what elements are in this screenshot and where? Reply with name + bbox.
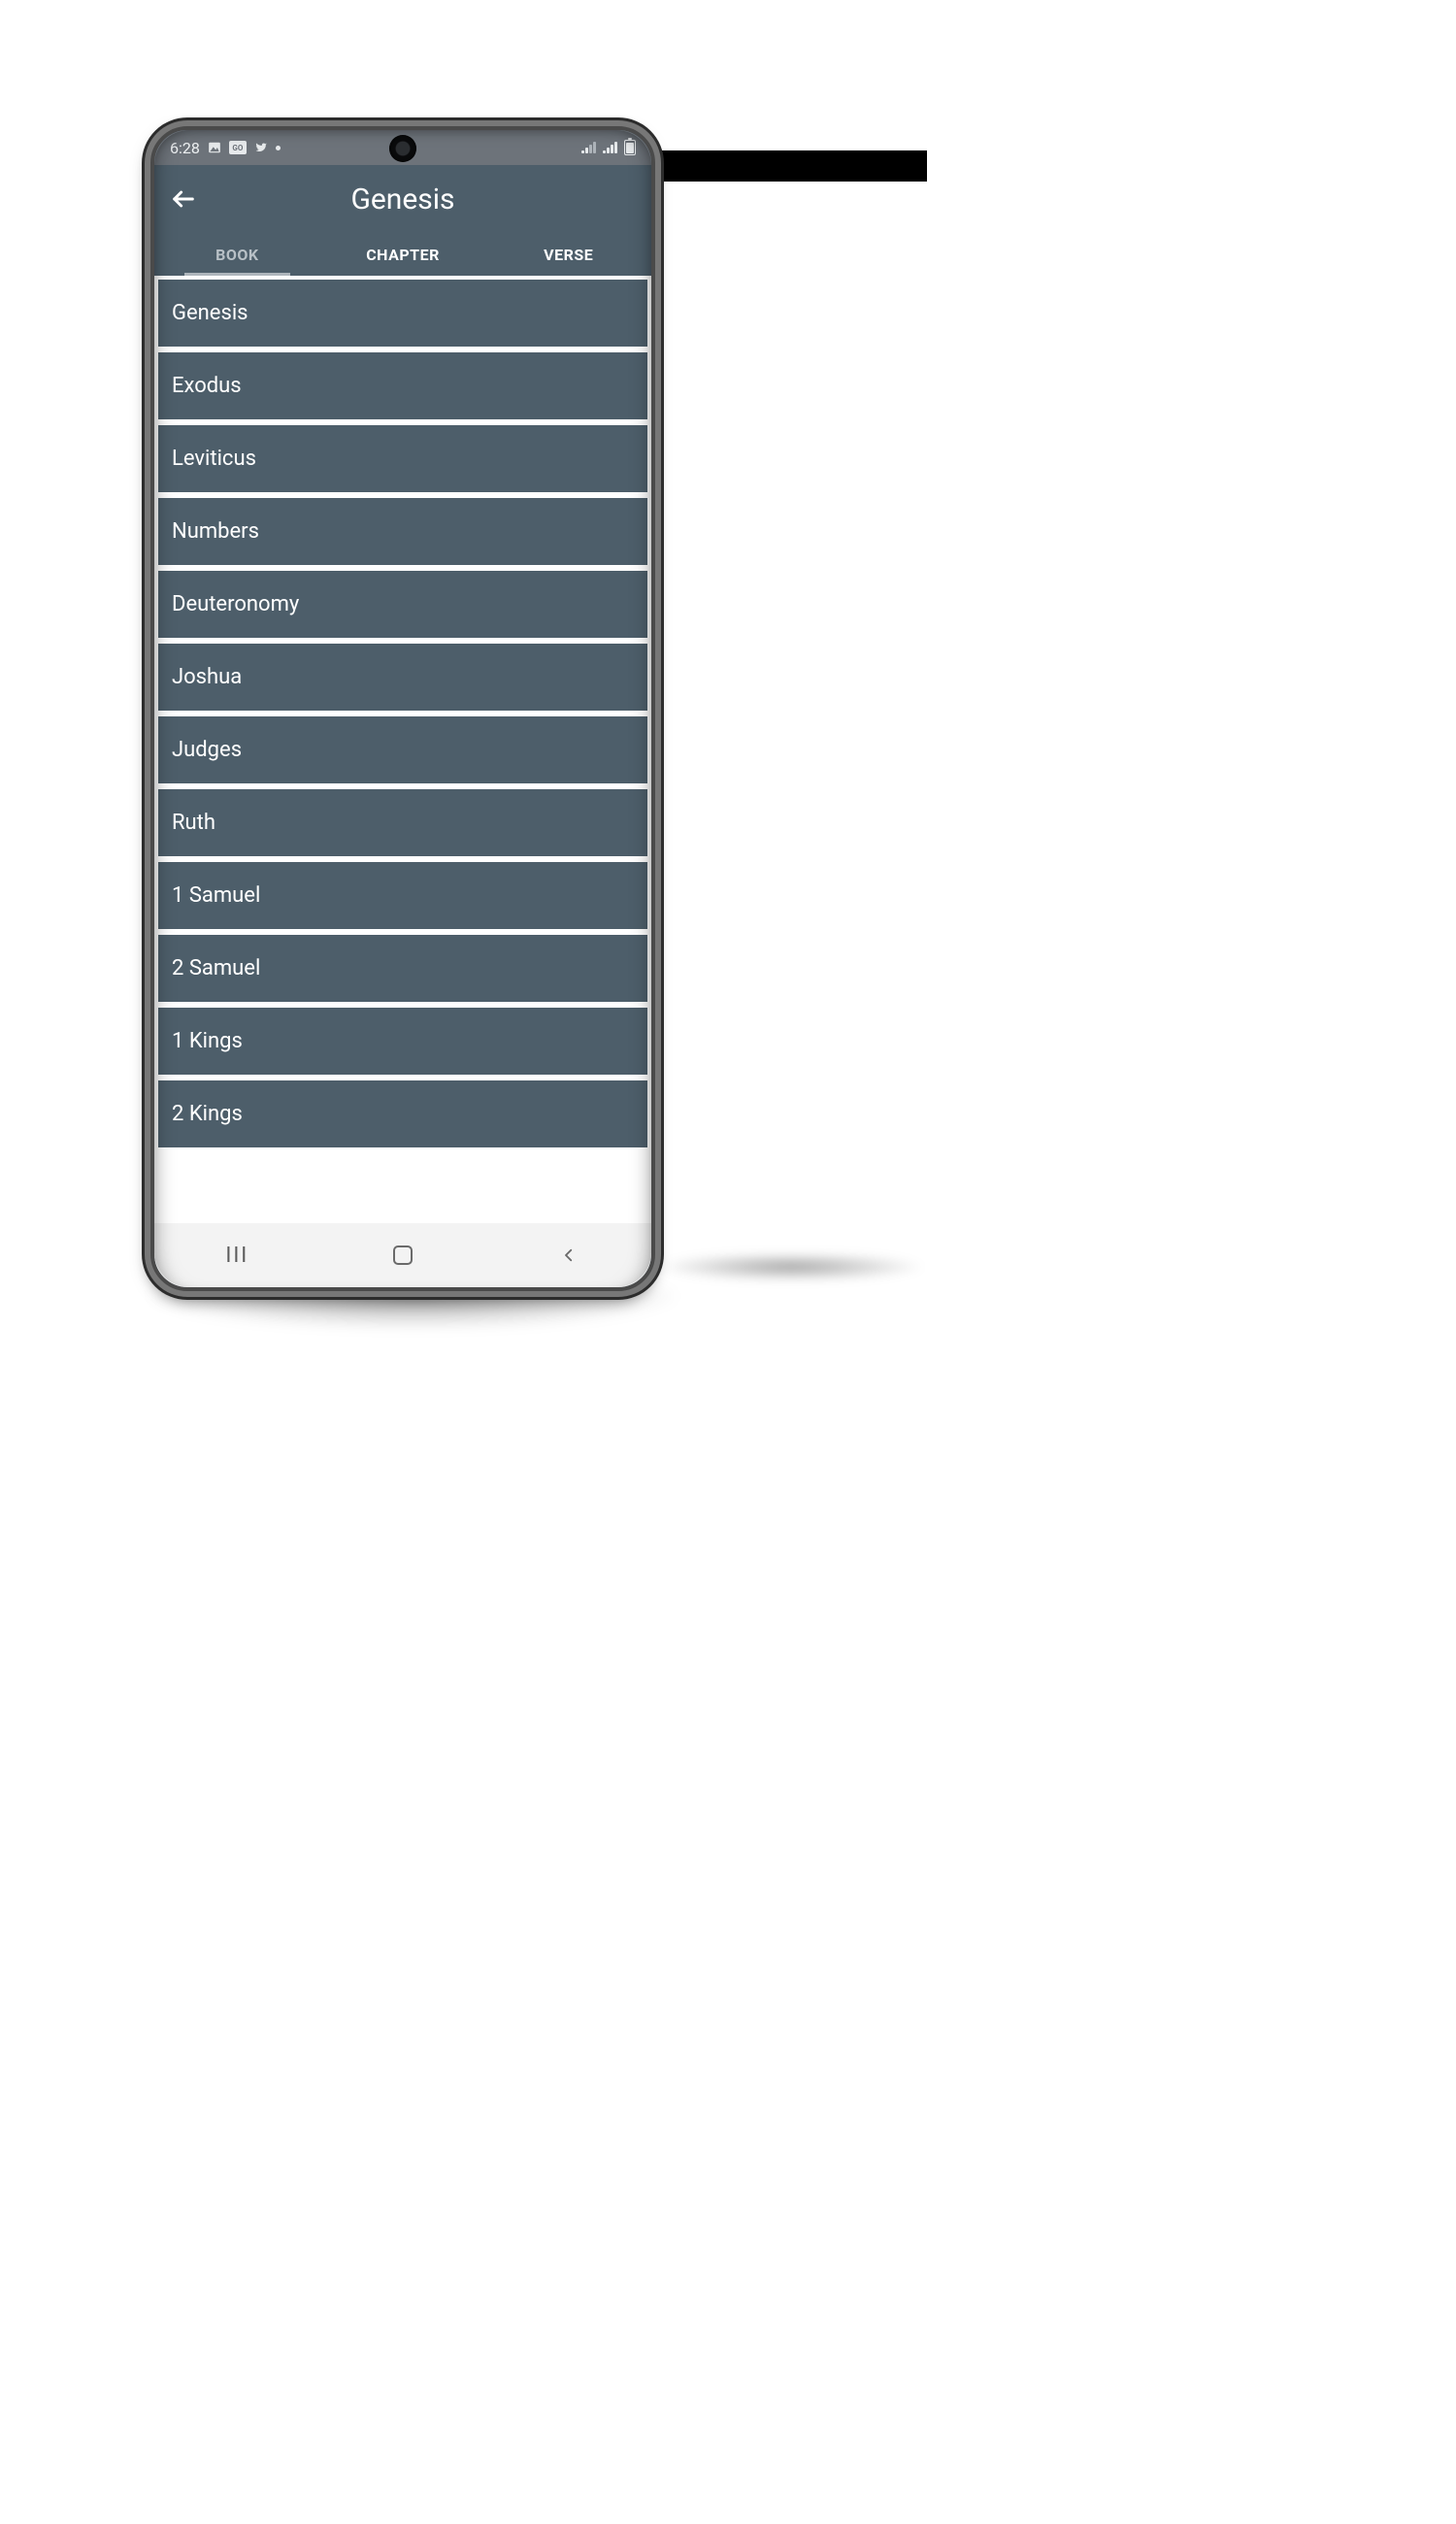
chevron-left-icon — [560, 1246, 578, 1264]
app-header: Genesis — [154, 165, 651, 233]
tab-label: VERSE — [544, 246, 593, 264]
tab-bar: BOOK CHAPTER VERSE — [154, 233, 651, 276]
device-cable-shadow — [655, 1252, 927, 1281]
home-icon — [393, 1245, 413, 1265]
book-list[interactable]: Genesis Exodus Leviticus Numbers Deutero… — [154, 276, 651, 1229]
system-nav-bar: III — [154, 1223, 651, 1287]
page-title: Genesis — [203, 183, 642, 216]
tab-chapter[interactable]: CHAPTER — [320, 236, 486, 274]
arrow-left-icon — [170, 185, 197, 213]
signal-1-icon — [581, 142, 597, 153]
list-item[interactable]: Numbers — [158, 498, 647, 565]
book-label: 1 Samuel — [172, 883, 260, 908]
list-item[interactable]: Leviticus — [158, 425, 647, 492]
recents-icon: III — [225, 1244, 248, 1268]
tab-book[interactable]: BOOK — [154, 236, 320, 274]
book-label: Genesis — [172, 301, 248, 325]
book-label: Deuteronomy — [172, 592, 299, 616]
phone-frame: 6:28 GO Genesis BOOK CHAPTER VERSE Gen — [150, 126, 655, 1291]
book-label: Judges — [172, 738, 242, 762]
book-label: Leviticus — [172, 447, 256, 471]
nav-home-button[interactable] — [359, 1236, 447, 1275]
list-item[interactable]: 2 Samuel — [158, 935, 647, 1002]
signal-2-icon — [603, 142, 618, 153]
list-item[interactable]: Ruth — [158, 789, 647, 856]
book-label: 1 Kings — [172, 1029, 243, 1053]
list-item[interactable]: Deuteronomy — [158, 571, 647, 638]
back-button[interactable] — [164, 180, 203, 218]
news-icon: GO — [229, 141, 247, 154]
book-label: 2 Kings — [172, 1102, 243, 1126]
list-item[interactable]: 2 Kings — [158, 1080, 647, 1147]
status-more-dot — [276, 146, 281, 150]
book-label: Exodus — [172, 374, 242, 398]
tab-label: CHAPTER — [366, 246, 440, 264]
image-icon — [206, 141, 223, 154]
list-item[interactable]: 1 Kings — [158, 1008, 647, 1075]
battery-icon — [624, 140, 636, 155]
list-item[interactable]: Judges — [158, 716, 647, 783]
status-time: 6:28 — [170, 139, 200, 157]
tab-verse[interactable]: VERSE — [485, 236, 651, 274]
device-cable — [655, 150, 927, 182]
list-item[interactable]: Genesis — [158, 280, 647, 347]
book-label: Joshua — [172, 665, 242, 689]
camera-punch-hole — [389, 135, 416, 162]
list-item[interactable]: Joshua — [158, 644, 647, 711]
list-item[interactable]: 1 Samuel — [158, 862, 647, 929]
tab-label: BOOK — [215, 246, 258, 264]
nav-back-button[interactable] — [525, 1236, 612, 1275]
twitter-icon — [252, 141, 270, 154]
list-item[interactable]: Exodus — [158, 352, 647, 419]
book-label: Ruth — [172, 811, 215, 835]
book-label: Numbers — [172, 519, 259, 544]
nav-recents-button[interactable]: III — [193, 1236, 281, 1275]
book-label: 2 Samuel — [172, 956, 260, 980]
